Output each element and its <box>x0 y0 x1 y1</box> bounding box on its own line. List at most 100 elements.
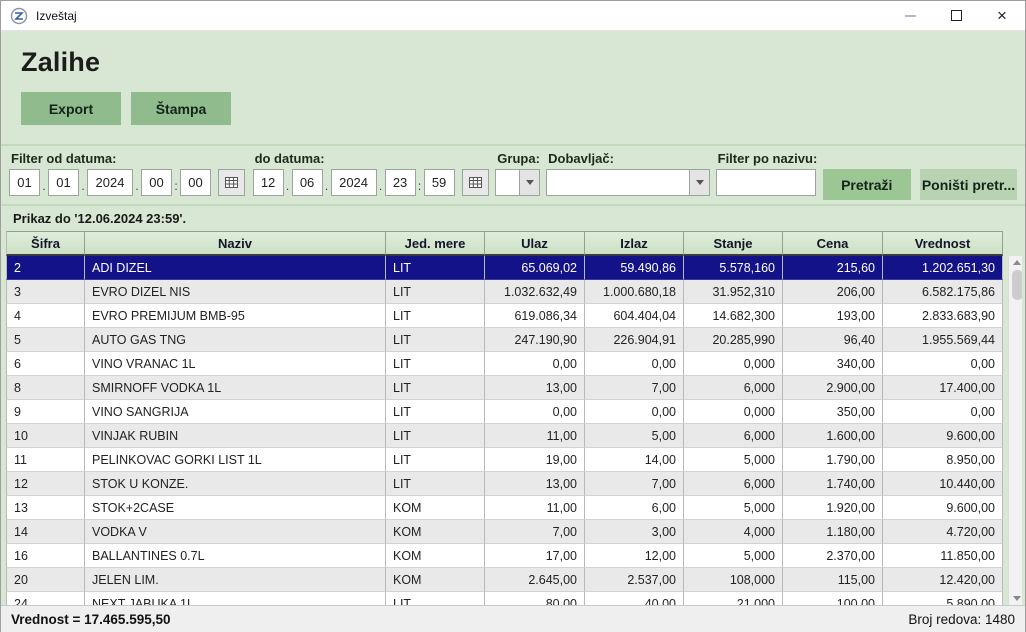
table-cell: 14 <box>6 520 85 544</box>
to-minute-field[interactable]: 59 <box>424 169 455 196</box>
table-cell: EVRO PREMIJUM BMB-95 <box>85 304 386 328</box>
vertical-scrollbar[interactable] <box>1008 256 1022 605</box>
table-cell: LIT <box>386 400 485 424</box>
table-cell: VINJAK RUBIN <box>85 424 386 448</box>
table-row[interactable]: 2ADI DIZELLIT65.069,0259.490,865.578,160… <box>6 256 1003 280</box>
table-cell: 108,000 <box>684 568 783 592</box>
column-header-stanje[interactable]: Stanje <box>684 231 783 256</box>
export-button[interactable]: Export <box>21 92 121 125</box>
table-cell: EVRO DIZEL NIS <box>85 280 386 304</box>
scrollbar-thumb[interactable] <box>1012 270 1023 300</box>
header-panel: Zalihe Export Štampa <box>1 31 1025 144</box>
table-cell: 1.000.680,18 <box>585 280 684 304</box>
table-cell: 2.537,00 <box>585 568 684 592</box>
table-cell: 4.720,00 <box>883 520 1003 544</box>
table-cell: LIT <box>386 592 485 605</box>
table-cell: 2.645,00 <box>485 568 585 592</box>
table-row[interactable]: 24NEXT JABUKA 1LLIT80,0040,0021,000100,0… <box>6 592 1003 605</box>
scroll-up-icon[interactable] <box>1013 260 1021 265</box>
column-header-jed-mere[interactable]: Jed. mere <box>386 231 485 256</box>
table-row[interactable]: 9VINO SANGRIJALIT0,000,000,000350,000,00 <box>6 400 1003 424</box>
table-cell: 0,000 <box>684 352 783 376</box>
from-month-field[interactable]: 01 <box>48 169 79 196</box>
table-cell: 4,000 <box>684 520 783 544</box>
table-cell: 6.582.175,86 <box>883 280 1003 304</box>
date-separator: . <box>79 179 87 196</box>
maximize-button[interactable] <box>933 1 979 30</box>
table-row[interactable]: 4EVRO PREMIJUM BMB-95LIT619.086,34604.40… <box>6 304 1003 328</box>
table-cell: 20 <box>6 568 85 592</box>
page-title: Zalihe <box>21 47 1025 78</box>
table-row[interactable]: 8SMIRNOFF VODKA 1LLIT13,007,006,0002.900… <box>6 376 1003 400</box>
table-header-row: ŠifraNazivJed. mereUlazIzlazStanjeCenaVr… <box>6 231 1003 256</box>
table-cell: ADI DIZEL <box>85 256 386 280</box>
table-cell: NEXT JABUKA 1L <box>85 592 386 605</box>
table-cell: 13 <box>6 496 85 520</box>
table-row[interactable]: 6VINO VRANAC 1LLIT0,000,000,000340,000,0… <box>6 352 1003 376</box>
table-row[interactable]: 12STOK U KONZE.LIT13,007,006,0001.740,00… <box>6 472 1003 496</box>
table-cell: 12 <box>6 472 85 496</box>
table-cell: 5,00 <box>585 424 684 448</box>
table-cell: 193,00 <box>783 304 883 328</box>
table-cell: 6,000 <box>684 472 783 496</box>
scroll-down-icon[interactable] <box>1013 596 1021 601</box>
table-row[interactable]: 16BALLANTINES 0.7LKOM17,0012,005,0002.37… <box>6 544 1003 568</box>
window-title: Izveštaj <box>36 9 77 23</box>
column-header-ulaz[interactable]: Ulaz <box>485 231 585 256</box>
table-cell: 2.833.683,90 <box>883 304 1003 328</box>
table-cell: 350,00 <box>783 400 883 424</box>
from-year-field[interactable]: 2024 <box>87 169 133 196</box>
table-cell: 1.032.632,49 <box>485 280 585 304</box>
table-row[interactable]: 13STOK+2CASEKOM11,006,005,0001.920,009.6… <box>6 496 1003 520</box>
search-button[interactable]: Pretraži <box>823 169 911 200</box>
table-row[interactable]: 20JELEN LIM.KOM2.645,002.537,00108,00011… <box>6 568 1003 592</box>
to-year-field[interactable]: 2024 <box>331 169 377 196</box>
close-button[interactable]: × <box>979 1 1025 30</box>
column-header-naziv[interactable]: Naziv <box>85 231 386 256</box>
table-cell: 1.600,00 <box>783 424 883 448</box>
reset-search-button[interactable]: Poništi pretr... <box>920 169 1017 200</box>
supplier-dropdown-button[interactable] <box>689 169 710 196</box>
table-cell: KOM <box>386 520 485 544</box>
minimize-icon <box>905 15 916 17</box>
from-minute-field[interactable]: 00 <box>180 169 211 196</box>
date-separator: . <box>284 179 292 196</box>
table-row[interactable]: 11PELINKOVAC GORKI LIST 1LLIT19,0014,005… <box>6 448 1003 472</box>
to-hour-field[interactable]: 23 <box>385 169 416 196</box>
supplier-combobox[interactable] <box>546 169 710 196</box>
column-header--ifra[interactable]: Šifra <box>6 231 85 256</box>
name-filter-input[interactable] <box>716 169 816 196</box>
from-calendar-button[interactable] <box>218 169 245 196</box>
table-row[interactable]: 3EVRO DIZEL NISLIT1.032.632,491.000.680,… <box>6 280 1003 304</box>
group-dropdown-button[interactable] <box>519 169 540 196</box>
to-day-field[interactable]: 12 <box>253 169 284 196</box>
table-cell: LIT <box>386 256 485 280</box>
group-filter: Grupa: <box>495 149 540 196</box>
column-header-vrednost[interactable]: Vrednost <box>883 231 1003 256</box>
table-row[interactable]: 10VINJAK RUBINLIT11,005,006,0001.600,009… <box>6 424 1003 448</box>
table-cell: 17,00 <box>485 544 585 568</box>
to-calendar-button[interactable] <box>462 169 489 196</box>
table-cell: 6,00 <box>585 496 684 520</box>
group-combobox[interactable] <box>495 169 540 196</box>
from-day-field[interactable]: 01 <box>9 169 40 196</box>
print-button[interactable]: Štampa <box>131 92 231 125</box>
table-cell: BALLANTINES 0.7L <box>85 544 386 568</box>
table-row[interactable]: 5AUTO GAS TNGLIT247.190,90226.904,9120.2… <box>6 328 1003 352</box>
to-month-field[interactable]: 06 <box>292 169 323 196</box>
table-cell: LIT <box>386 328 485 352</box>
table-row[interactable]: 14VODKA VKOM7,003,004,0001.180,004.720,0… <box>6 520 1003 544</box>
column-header-izlaz[interactable]: Izlaz <box>585 231 684 256</box>
table-cell: LIT <box>386 376 485 400</box>
table-cell: 1.202.651,30 <box>883 256 1003 280</box>
column-header-cena[interactable]: Cena <box>783 231 883 256</box>
table-cell: 5.890,00 <box>883 592 1003 605</box>
table-cell: LIT <box>386 352 485 376</box>
minimize-button[interactable] <box>887 1 933 30</box>
table-cell: 1.790,00 <box>783 448 883 472</box>
table-cell: 31.952,310 <box>684 280 783 304</box>
from-hour-field[interactable]: 00 <box>141 169 172 196</box>
display-range-label: Prikaz do '12.06.2024 23:59'. <box>1 206 1025 231</box>
table-cell: 80,00 <box>485 592 585 605</box>
chevron-down-icon <box>696 180 704 185</box>
